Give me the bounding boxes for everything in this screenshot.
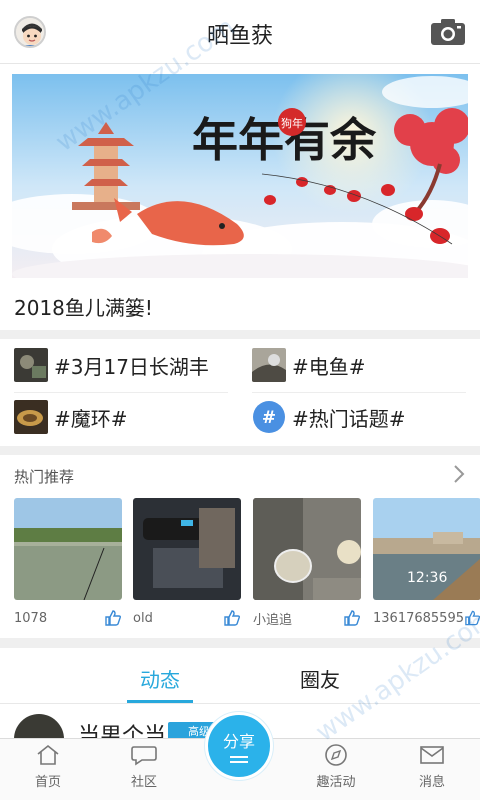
thumbs-up-icon[interactable] (223, 609, 241, 627)
banner-image: 年年有余 狗年 (12, 74, 468, 278)
hot-user: 13617685595 (373, 610, 464, 626)
divider (0, 446, 480, 455)
hot-card[interactable]: 12:36 13617685595 (373, 498, 480, 628)
promo-banner[interactable]: 年年有余 狗年 (12, 74, 468, 278)
nav-messages[interactable]: 消息 (392, 743, 472, 790)
nav-home[interactable]: 首页 (8, 743, 88, 790)
home-icon (37, 744, 59, 765)
topic-label: #魔环# (54, 406, 128, 431)
hot-photo (133, 498, 241, 600)
topic-thumbnail (252, 348, 286, 382)
hot-card[interactable]: old (133, 498, 241, 628)
mail-icon (420, 746, 444, 764)
feed-username: 当男个当 (78, 724, 167, 740)
feed-avatar[interactable] (14, 714, 64, 740)
hot-card[interactable]: 小追追 (253, 498, 361, 628)
divider (14, 392, 228, 393)
divider (0, 330, 480, 339)
camera-icon[interactable] (430, 18, 466, 46)
nav-community[interactable]: 社区 (104, 743, 184, 790)
topic-item[interactable]: #魔环# (14, 400, 228, 434)
topic-item[interactable]: #电鱼# (252, 348, 466, 382)
topic-label: #3月17日长湖丰 (54, 354, 209, 379)
share-label: 分享 (222, 732, 255, 751)
banner-caption[interactable]: 2018鱼儿满篓! (14, 292, 153, 321)
thumbs-up-icon[interactable] (104, 609, 122, 627)
active-tab-indicator (127, 700, 193, 703)
divider (252, 392, 466, 393)
chat-icon (131, 746, 157, 766)
app-header: 晒鱼获 (0, 0, 480, 64)
topic-thumbnail (14, 400, 48, 434)
share-button[interactable]: 分享 (205, 712, 273, 780)
topic-item[interactable]: # #热门话题# (252, 400, 466, 434)
hot-user: 小追追 (253, 612, 293, 628)
thumbs-up-icon[interactable] (343, 609, 361, 627)
chevron-right-icon[interactable] (452, 464, 466, 484)
nav-activities[interactable]: 趣活动 (296, 743, 376, 790)
tab-dynamic[interactable]: 动态 (140, 664, 180, 693)
section-title: 热门推荐 (14, 468, 75, 486)
topic-item[interactable]: #3月17日长湖丰 (14, 348, 228, 382)
page-title: 晒鱼获 (206, 24, 273, 49)
hashtag-icon: # (253, 401, 285, 433)
nav-label: 社区 (130, 775, 157, 790)
svg-text:#: # (262, 408, 276, 428)
topic-label: #热门话题# (292, 406, 406, 431)
banner-seal: 狗年 (281, 116, 303, 130)
hot-photo (253, 498, 361, 600)
share-icon (230, 756, 248, 763)
hot-user: 1078 (14, 610, 48, 626)
divider (0, 638, 480, 648)
topic-label: #电鱼# (292, 354, 366, 379)
hot-user: old (133, 610, 153, 626)
hot-card[interactable]: 1078 (14, 498, 122, 628)
nav-label: 趣活动 (316, 775, 356, 790)
topic-thumbnail (14, 348, 48, 382)
nav-label: 消息 (418, 775, 445, 790)
hot-photo (14, 498, 122, 600)
photo-timestamp: 12:36 (407, 570, 448, 586)
nav-label: 首页 (34, 775, 61, 790)
tab-friends[interactable]: 圈友 (300, 664, 340, 693)
